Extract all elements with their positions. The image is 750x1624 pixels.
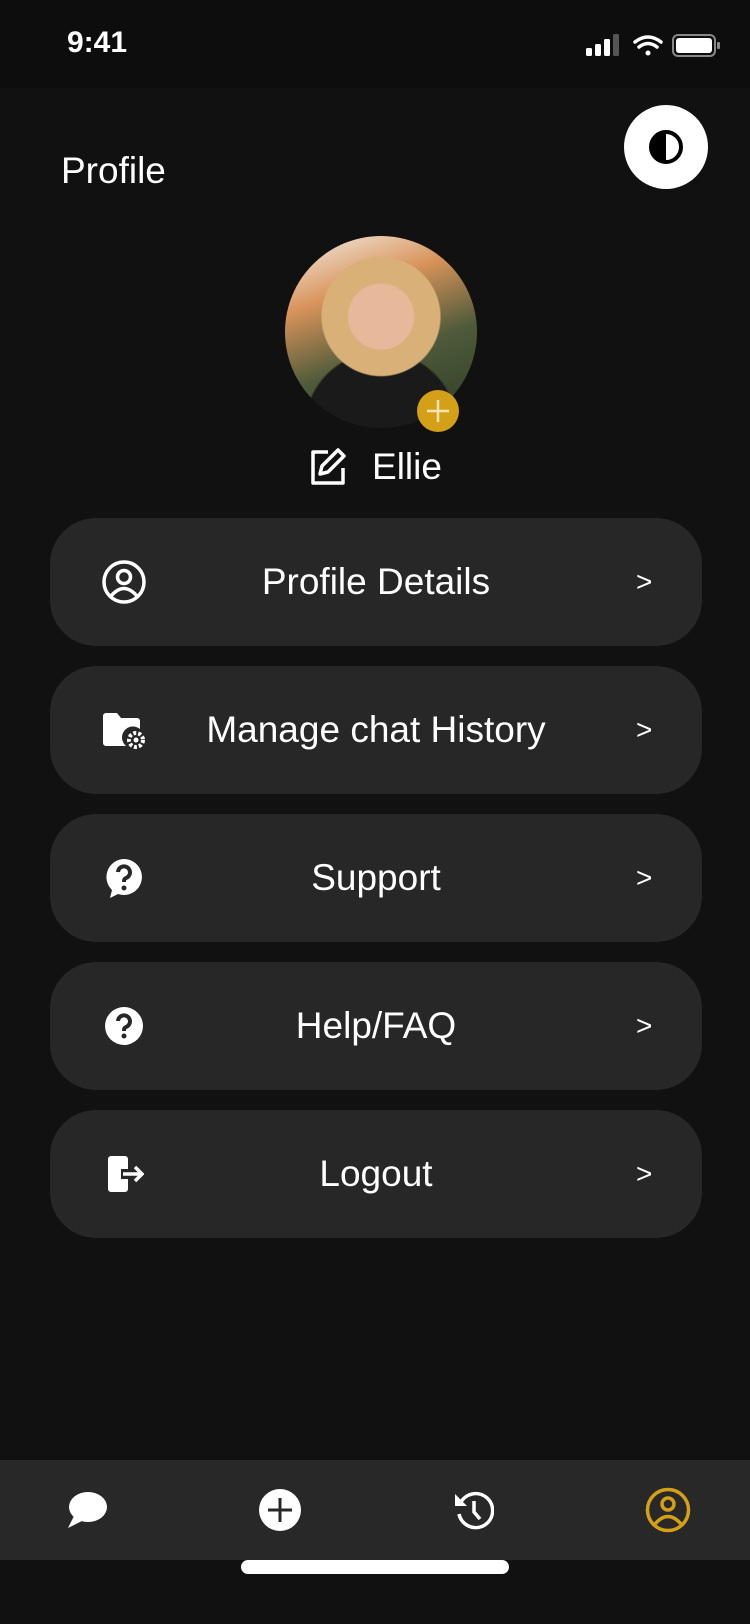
menu-label: Profile Details — [261, 561, 491, 602]
menu-item-support[interactable]: Support > — [50, 814, 702, 942]
history-icon[interactable] — [454, 1490, 494, 1530]
contrast-icon — [649, 130, 683, 164]
status-icons — [586, 34, 720, 57]
status-bar: 9:41 — [0, 0, 750, 88]
chevron-right-icon: > — [636, 1158, 653, 1189]
plus-icon — [427, 400, 449, 422]
home-indicator[interactable] — [241, 1560, 509, 1574]
add-photo-button[interactable] — [417, 390, 459, 432]
menu-item-logout[interactable]: Logout > — [50, 1110, 702, 1238]
name-row: Ellie — [0, 446, 750, 488]
edit-icon[interactable] — [308, 447, 348, 487]
theme-toggle-button[interactable] — [624, 105, 708, 189]
chevron-right-icon: > — [636, 1010, 653, 1041]
menu-item-help-faq[interactable]: Help/FAQ > — [50, 962, 702, 1090]
menu-item-manage-chat-history[interactable]: Manage chat History > — [50, 666, 702, 794]
add-circle-icon[interactable] — [258, 1488, 302, 1532]
battery-icon — [672, 34, 720, 57]
chevron-right-icon: > — [636, 862, 653, 893]
profile-name: Ellie — [372, 446, 442, 487]
menu-label: Help/FAQ — [295, 1005, 457, 1046]
wifi-icon — [633, 35, 663, 56]
chat-icon[interactable] — [64, 1490, 108, 1530]
status-time: 9:41 — [67, 26, 128, 59]
menu-label: Support — [311, 857, 441, 898]
menu-label: Manage chat History — [206, 709, 546, 750]
bottom-nav — [0, 1460, 750, 1560]
menu-label: Logout — [319, 1153, 433, 1194]
profile-icon[interactable] — [645, 1487, 691, 1533]
signal-icon — [586, 34, 619, 56]
page-title: Profile — [61, 150, 166, 191]
chevron-right-icon: > — [636, 566, 653, 597]
menu-item-profile-details[interactable]: Profile Details > — [50, 518, 702, 646]
chevron-right-icon: > — [636, 714, 653, 745]
